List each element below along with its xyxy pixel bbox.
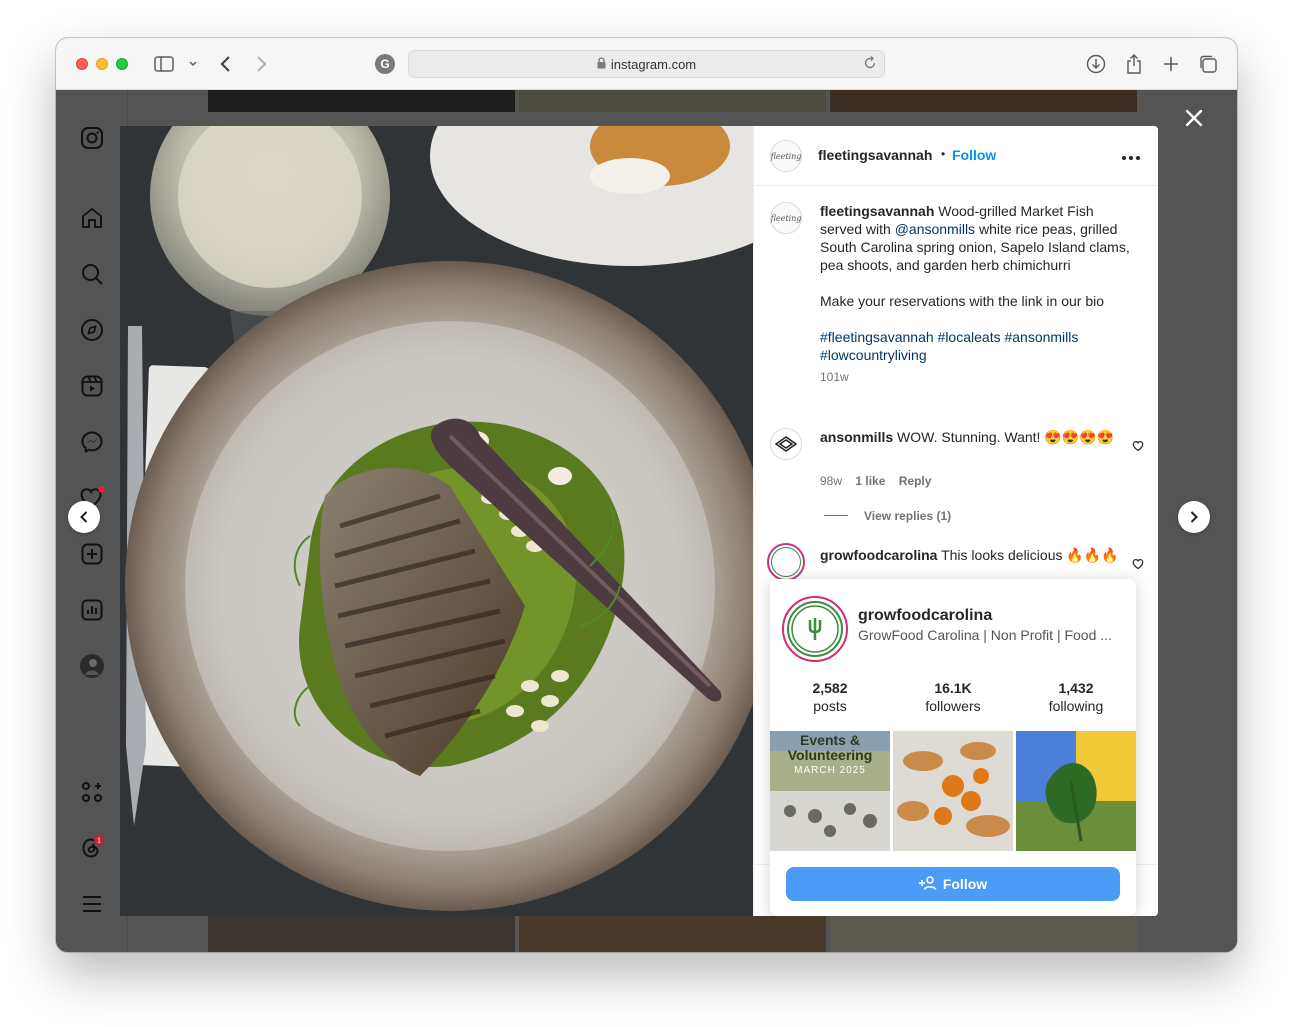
caption-hashtags[interactable]: #fleetingsavannah #localeats #ansonmills… [820, 328, 1130, 364]
minimize-window-button[interactable] [96, 58, 108, 70]
hover-card-posts-stat: 2,582 posts [770, 679, 890, 715]
hover-card-bio: GrowFood Carolina | Non Profit | Food ..… [858, 627, 1112, 643]
reload-icon[interactable] [863, 56, 877, 73]
close-modal-icon[interactable] [1182, 106, 1206, 130]
site-favicon-icon: G [375, 54, 395, 74]
insights-icon[interactable] [79, 597, 105, 623]
profile-avatar-icon[interactable] [79, 653, 105, 679]
comment-text: This looks delicious 🔥🔥🔥 [941, 547, 1119, 563]
post-caption: fleetingsavannah Wood-grilled Market Fis… [820, 202, 1130, 386]
author-avatar-text: fleeting [770, 151, 802, 161]
post-header: fleeting fleetingsavannah • Follow [754, 126, 1158, 186]
search-icon[interactable] [79, 261, 105, 287]
background-post-tile [208, 90, 515, 112]
replies-divider [824, 515, 848, 516]
forward-icon[interactable] [249, 52, 273, 76]
hover-card-follow-button[interactable]: Follow [786, 867, 1120, 901]
profile-hover-card: growfoodcarolina GrowFood Carolina | Non… [770, 579, 1136, 916]
stat-value: 1,432 [1058, 680, 1094, 696]
caption-author-avatar[interactable]: fleeting [770, 202, 802, 234]
comment-age: 98w [820, 474, 843, 488]
header-separator: • [941, 147, 946, 161]
caption-age: 101w [820, 370, 849, 384]
hover-card-thumbnail[interactable]: Events & Volunteering MARCH 2025 [770, 731, 890, 851]
menu-icon[interactable] [79, 891, 105, 917]
caption-cta: Make your reservations with the link in … [820, 293, 1105, 309]
caption-avatar-text: fleeting [770, 213, 802, 223]
background-post-tile [208, 916, 515, 952]
comment-avatar-story-ring[interactable] [767, 543, 805, 581]
threads-icon[interactable]: 1 [79, 835, 105, 861]
tab-overview-icon[interactable] [1196, 52, 1220, 76]
sidebar-toggle-icon[interactable] [152, 52, 176, 76]
post-photo[interactable] [120, 126, 753, 916]
add-person-icon [918, 875, 937, 893]
hover-card-follow-label: Follow [942, 876, 988, 892]
browser-window: G instagram.com 1 fleeting fleetingsavan… [56, 38, 1237, 952]
post-modal: fleeting fleetingsavannah • Follow fleet… [120, 126, 1158, 916]
create-icon[interactable] [79, 541, 105, 567]
stat-label: following [1048, 698, 1104, 714]
threads-apps-icon[interactable] [79, 779, 105, 805]
address-bar[interactable]: instagram.com [408, 50, 885, 78]
close-window-button[interactable] [76, 58, 88, 70]
thumbnail-title: Events & Volunteering [787, 732, 873, 763]
comment-avatar[interactable] [770, 428, 802, 460]
comment-text: WOW. Stunning. Want! 😍😍😍😍 [897, 429, 1115, 445]
explore-icon[interactable] [79, 317, 105, 343]
comment-username[interactable]: ansonmills [820, 429, 893, 445]
background-post-tile [830, 90, 1137, 112]
svg-text:1: 1 [97, 838, 101, 845]
downloads-icon[interactable] [1084, 52, 1108, 76]
follow-author-button[interactable]: Follow [952, 147, 996, 163]
stat-label: followers [925, 698, 981, 714]
zoom-window-button[interactable] [116, 58, 128, 70]
hover-card-followers-stat: 16.1K followers [893, 679, 1013, 715]
like-comment-heart-icon[interactable] [1132, 557, 1144, 570]
caption-author[interactable]: fleetingsavannah [820, 203, 934, 219]
instagram-page: 1 fleeting fleetingsavannah • Follow fle… [56, 90, 1237, 952]
background-post-tile [830, 916, 1137, 952]
address-bar-url: instagram.com [610, 56, 697, 72]
share-icon[interactable] [1122, 52, 1146, 76]
previous-post-button[interactable] [68, 501, 100, 533]
stat-value: 2,582 [812, 680, 848, 696]
comment-meta: 98w 1 like Reply [820, 474, 931, 488]
comment-body: growfoodcarolina This looks delicious 🔥🔥… [820, 546, 1120, 564]
hover-card-username[interactable]: growfoodcarolina [858, 607, 992, 625]
comment-reply-button[interactable]: Reply [899, 474, 932, 488]
next-post-button[interactable] [1178, 501, 1210, 533]
new-tab-icon[interactable] [1159, 52, 1183, 76]
back-icon[interactable] [214, 52, 238, 76]
comment-username[interactable]: growfoodcarolina [820, 547, 937, 563]
thumbnail-subtitle: MARCH 2025 [794, 765, 866, 776]
chevron-down-icon[interactable] [181, 52, 205, 76]
messenger-icon[interactable] [79, 429, 105, 455]
hover-card-avatar[interactable] [782, 596, 848, 662]
hover-card-thumbnail[interactable] [893, 731, 1013, 851]
author-avatar[interactable]: fleeting [770, 140, 802, 172]
lock-icon [597, 56, 606, 72]
author-username[interactable]: fleetingsavannah [818, 147, 932, 163]
background-post-tile [519, 916, 826, 952]
view-replies-button[interactable]: View replies (1) [864, 509, 951, 523]
hover-card-following-stat: 1,432 following [1016, 679, 1136, 715]
background-post-tile [519, 90, 826, 112]
like-comment-heart-icon[interactable] [1132, 439, 1144, 452]
comment-body: ansonmills WOW. Stunning. Want! 😍😍😍😍 [820, 428, 1120, 446]
browser-toolbar: G instagram.com [56, 38, 1237, 90]
stat-value: 16.1K [934, 680, 972, 696]
reels-icon[interactable] [79, 373, 105, 399]
hover-card-thumbnail[interactable] [1016, 731, 1136, 851]
stat-label: posts [813, 698, 847, 714]
comment-likes[interactable]: 1 like [855, 474, 885, 488]
more-options-icon[interactable] [1121, 148, 1141, 164]
caption-mention-link[interactable]: @ansonmills [895, 221, 975, 237]
instagram-logo-icon[interactable] [79, 125, 105, 151]
home-icon[interactable] [79, 205, 105, 231]
